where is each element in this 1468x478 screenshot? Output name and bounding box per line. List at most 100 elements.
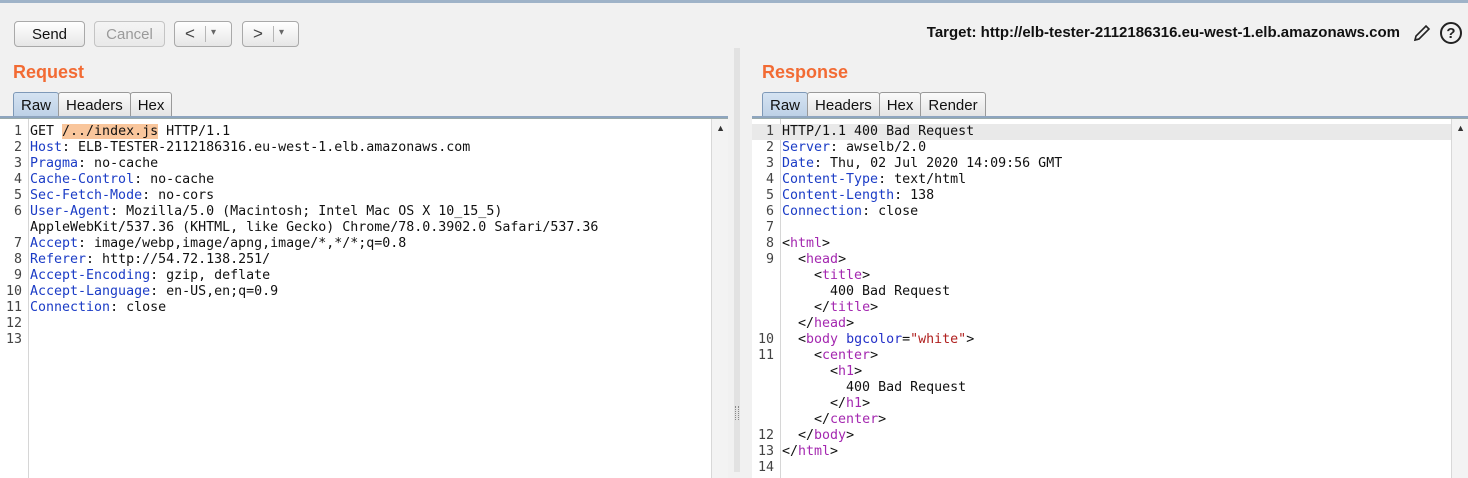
code-text: HTTP/1.1 400 Bad Request: [782, 124, 974, 140]
request-scrollbar[interactable]: ▲: [711, 119, 728, 478]
code-line[interactable]: AppleWebKit/537.36 (KHTML, like Gecko) C…: [0, 220, 711, 236]
code-line[interactable]: 1 HTTP/1.1 400 Bad Request: [752, 124, 1451, 140]
code-segment: </: [782, 300, 831, 315]
line-number: 10: [5, 284, 22, 299]
code-line[interactable]: 13 </html>: [752, 444, 1451, 460]
cancel-button[interactable]: Cancel: [94, 21, 165, 47]
html-tag-name: title: [830, 300, 871, 315]
line-number: 11: [757, 348, 774, 363]
code-line[interactable]: 2 Server: awselb/2.0: [752, 140, 1451, 156]
code-segment: : close: [110, 300, 167, 315]
request-editor[interactable]: 1 GET /../index.js HTTP/1.1 2 Host: ELB-TES…: [0, 118, 728, 478]
code-line[interactable]: 8 Referer: http://54.72.138.251/: [0, 252, 711, 268]
response-tab-render[interactable]: Render: [920, 92, 986, 117]
code-line[interactable]: <title>: [752, 268, 1451, 284]
header-name: User-Agent: [30, 204, 111, 219]
code-segment: </: [782, 316, 815, 331]
send-button[interactable]: Send: [14, 21, 85, 47]
code-line[interactable]: 5 Content-Length: 138: [752, 188, 1451, 204]
code-line[interactable]: 8 <html>: [752, 236, 1451, 252]
code-line[interactable]: 13: [0, 332, 711, 348]
request-tab-headers[interactable]: Headers: [58, 92, 131, 117]
code-text: Content-Length: 138: [782, 188, 934, 204]
code-line[interactable]: 400 Bad Request: [752, 284, 1451, 300]
header-name: Pragma: [30, 156, 79, 171]
code-line[interactable]: </head>: [752, 316, 1451, 332]
forward-history-dropdown-icon[interactable]: ▾: [279, 27, 284, 38]
edit-target-pencil-icon[interactable]: [1411, 22, 1433, 44]
code-segment: >: [878, 412, 887, 427]
line-number: 2: [765, 140, 774, 155]
code-segment: >: [838, 252, 847, 267]
code-segment: AppleWebKit/537.36 (KHTML, like Gecko) C…: [30, 220, 599, 235]
code-segment: : awselb/2.0: [830, 140, 927, 155]
code-line[interactable]: 12: [0, 316, 711, 332]
line-number: 12: [5, 316, 22, 331]
request-tab-bar: Raw Headers Hex: [13, 92, 173, 117]
code-line[interactable]: 12 </body>: [752, 428, 1451, 444]
header-name: Connection: [30, 300, 111, 315]
header-name: Content-Type: [782, 172, 879, 187]
code-segment: : Mozilla/5.0 (Macintosh; Intel Mac OS X…: [110, 204, 503, 219]
scroll-up-arrow-icon[interactable]: ▲: [716, 123, 725, 133]
request-tab-hex[interactable]: Hex: [129, 92, 173, 117]
code-line[interactable]: </h1>: [752, 396, 1451, 412]
code-segment: : no-cors: [142, 188, 215, 203]
response-editor[interactable]: 1 HTTP/1.1 400 Bad Request 2 Server: awselb…: [752, 118, 1468, 478]
code-line[interactable]: 9 Accept-Encoding: gzip, deflate: [0, 268, 711, 284]
code-line[interactable]: 7: [752, 220, 1451, 236]
code-line[interactable]: 400 Bad Request: [752, 380, 1451, 396]
code-segment: >: [862, 268, 871, 283]
code-line[interactable]: 3 Pragma: no-cache: [0, 156, 711, 172]
code-text: Pragma: no-cache: [30, 156, 158, 172]
code-line[interactable]: 1 GET /../index.js HTTP/1.1: [0, 124, 711, 140]
help-icon[interactable]: ?: [1440, 22, 1462, 44]
code-line[interactable]: 11 <center>: [752, 348, 1451, 364]
target-url-label: Target: http://elb-tester-2112186316.eu-…: [926, 24, 1400, 41]
code-segment: 400 Bad Request: [782, 380, 967, 395]
code-line[interactable]: 6 Connection: close: [752, 204, 1451, 220]
forward-button[interactable]: > ▾: [242, 21, 299, 47]
response-tab-headers[interactable]: Headers: [807, 92, 880, 117]
code-line[interactable]: 14: [752, 460, 1451, 476]
line-number: 6: [13, 204, 22, 219]
code-text: 400 Bad Request: [782, 380, 966, 396]
header-name: Date: [782, 156, 815, 171]
code-line[interactable]: 10 <body bgcolor="white">: [752, 332, 1451, 348]
code-line[interactable]: 7 Accept: image/webp,image/apng,image/*,*…: [0, 236, 711, 252]
back-history-dropdown-icon[interactable]: ▾: [211, 27, 216, 38]
code-text: Connection: close: [782, 204, 918, 220]
code-line[interactable]: <h1>: [752, 364, 1451, 380]
response-tab-bar: Raw Headers Hex Render: [762, 92, 986, 117]
code-line[interactable]: 11 Connection: close: [0, 300, 711, 316]
back-button[interactable]: < ▾: [174, 21, 232, 47]
code-segment: >: [870, 300, 879, 315]
code-line[interactable]: </center>: [752, 412, 1451, 428]
line-number: 4: [13, 172, 22, 187]
pane-splitter[interactable]: [734, 48, 740, 472]
code-line[interactable]: 9 <head>: [752, 252, 1451, 268]
code-line[interactable]: 6 User-Agent: Mozilla/5.0 (Macintosh; Int…: [0, 204, 711, 220]
html-tag-name: center: [830, 412, 879, 427]
code-line[interactable]: 5 Sec-Fetch-Mode: no-cors: [0, 188, 711, 204]
code-line[interactable]: 3 Date: Thu, 02 Jul 2020 14:09:56 GMT: [752, 156, 1451, 172]
code-line[interactable]: 4 Content-Type: text/html: [752, 172, 1451, 188]
code-segment: >: [862, 396, 871, 411]
header-name: Accept-Encoding: [30, 268, 151, 283]
response-scrollbar[interactable]: ▲: [1451, 119, 1468, 478]
code-line[interactable]: 4 Cache-Control: no-cache: [0, 172, 711, 188]
response-tab-raw[interactable]: Raw: [762, 92, 809, 117]
line-number: 13: [757, 444, 774, 459]
code-line[interactable]: </title>: [752, 300, 1451, 316]
code-line[interactable]: 2 Host: ELB-TESTER-2112186316.eu-west-1.e…: [0, 140, 711, 156]
code-text: <h1>: [782, 364, 862, 380]
code-segment: <: [782, 268, 823, 283]
scroll-up-arrow-icon[interactable]: ▲: [1456, 123, 1465, 133]
html-tag-name: h1: [838, 364, 855, 379]
splitter-grip-icon[interactable]: [735, 406, 739, 420]
request-tab-raw[interactable]: Raw: [13, 92, 60, 117]
code-line[interactable]: 10 Accept-Language: en-US,en;q=0.9: [0, 284, 711, 300]
line-number: 7: [765, 220, 774, 235]
response-tab-hex[interactable]: Hex: [878, 92, 922, 117]
code-segment: : no-cache: [134, 172, 215, 187]
